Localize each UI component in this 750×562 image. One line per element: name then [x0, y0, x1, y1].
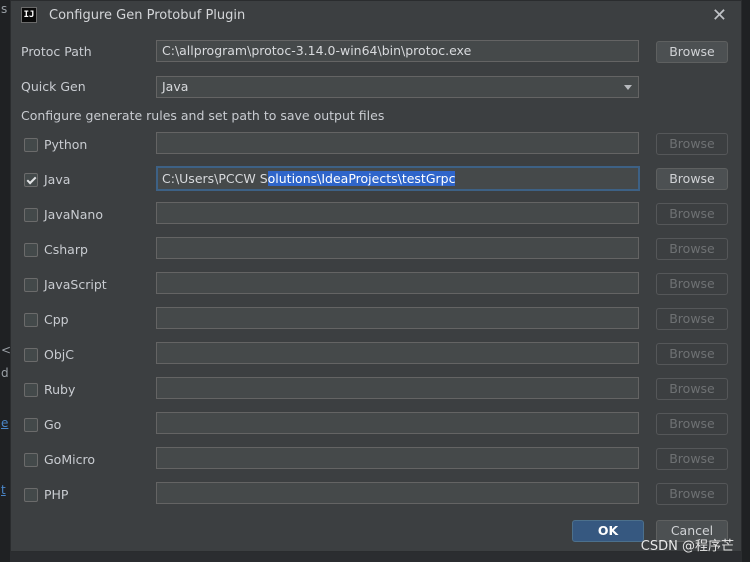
protoc-browse-button[interactable]: Browse: [656, 41, 728, 63]
browse-button-gomicro[interactable]: Browse: [656, 448, 728, 470]
browse-button-objc[interactable]: Browse: [656, 343, 728, 365]
row-label-ruby: Ruby: [44, 382, 76, 397]
browse-button-python[interactable]: Browse: [656, 133, 728, 155]
row-label-go: Go: [44, 417, 62, 432]
background-fragment: e: [1, 416, 9, 430]
checkbox-javascript[interactable]: [24, 278, 38, 292]
browse-button-go[interactable]: Browse: [656, 413, 728, 435]
path-input-go[interactable]: [156, 412, 639, 434]
background-ide-right: [742, 0, 750, 562]
quick-gen-dropdown[interactable]: Java: [156, 76, 639, 98]
intellij-app-icon: IJ: [21, 7, 37, 23]
row-label-gomicro: GoMicro: [44, 452, 95, 467]
row-label-java: Java: [44, 172, 71, 187]
quick-gen-label: Quick Gen: [21, 79, 86, 94]
row-label-cpp: Cpp: [44, 312, 69, 327]
path-input-cpp[interactable]: [156, 307, 639, 329]
browse-button-csharp[interactable]: Browse: [656, 238, 728, 260]
ok-button[interactable]: OK: [572, 520, 644, 542]
row-label-javascript: JavaScript: [44, 277, 107, 292]
path-input-csharp[interactable]: [156, 237, 639, 259]
protoc-path-label: Protoc Path: [21, 44, 92, 59]
checkbox-gomicro[interactable]: [24, 453, 38, 467]
path-input-ruby[interactable]: [156, 377, 639, 399]
browse-button-cpp[interactable]: Browse: [656, 308, 728, 330]
path-input-javanano[interactable]: [156, 202, 639, 224]
csdn-watermark: CSDN @程序芒: [640, 539, 734, 554]
browse-button-java[interactable]: Browse: [656, 168, 728, 190]
background-fragment: s: [1, 2, 8, 16]
checkbox-php[interactable]: [24, 488, 38, 502]
checkbox-javanano[interactable]: [24, 208, 38, 222]
row-label-python: Python: [44, 137, 88, 152]
path-text-java: C:\Users\PCCW S: [162, 171, 268, 186]
path-input-gomicro[interactable]: [156, 447, 639, 469]
row-label-objc: ObjC: [44, 347, 74, 362]
chevron-down-icon: [624, 85, 632, 90]
background-ide-left: [0, 0, 10, 562]
row-label-csharp: Csharp: [44, 242, 88, 257]
checkbox-ruby[interactable]: [24, 383, 38, 397]
title-bar: IJ Configure Gen Protobuf Plugin ✕: [11, 1, 741, 31]
checkbox-objc[interactable]: [24, 348, 38, 362]
checkbox-java[interactable]: [24, 173, 38, 187]
checkbox-csharp[interactable]: [24, 243, 38, 257]
checkbox-python[interactable]: [24, 138, 38, 152]
protoc-path-input[interactable]: C:\allprogram\protoc-3.14.0-win64\bin\pr…: [156, 40, 639, 62]
browse-button-ruby[interactable]: Browse: [656, 378, 728, 400]
path-input-objc[interactable]: [156, 342, 639, 364]
row-label-php: PHP: [44, 487, 69, 502]
path-selected-text-java: olutions\IdeaProjects\testGrpc: [267, 171, 456, 186]
path-input-php[interactable]: [156, 482, 639, 504]
background-fragment: t: [1, 483, 6, 497]
quick-gen-value: Java: [162, 79, 189, 94]
row-label-javanano: JavaNano: [44, 207, 103, 222]
browse-button-javascript[interactable]: Browse: [656, 273, 728, 295]
section-description: Configure generate rules and set path to…: [21, 108, 385, 123]
path-input-java[interactable]: C:\Users\PCCW Solutions\IdeaProjects\tes…: [156, 166, 640, 191]
dialog-title: Configure Gen Protobuf Plugin: [49, 8, 246, 23]
browse-button-php[interactable]: Browse: [656, 483, 728, 505]
background-fragment: d: [1, 366, 9, 380]
path-input-python[interactable]: [156, 132, 639, 154]
configure-dialog: IJ Configure Gen Protobuf Plugin ✕ Proto…: [10, 0, 742, 552]
checkbox-cpp[interactable]: [24, 313, 38, 327]
close-icon[interactable]: ✕: [712, 5, 727, 26]
checkbox-go[interactable]: [24, 418, 38, 432]
path-input-javascript[interactable]: [156, 272, 639, 294]
browse-button-javanano[interactable]: Browse: [656, 203, 728, 225]
